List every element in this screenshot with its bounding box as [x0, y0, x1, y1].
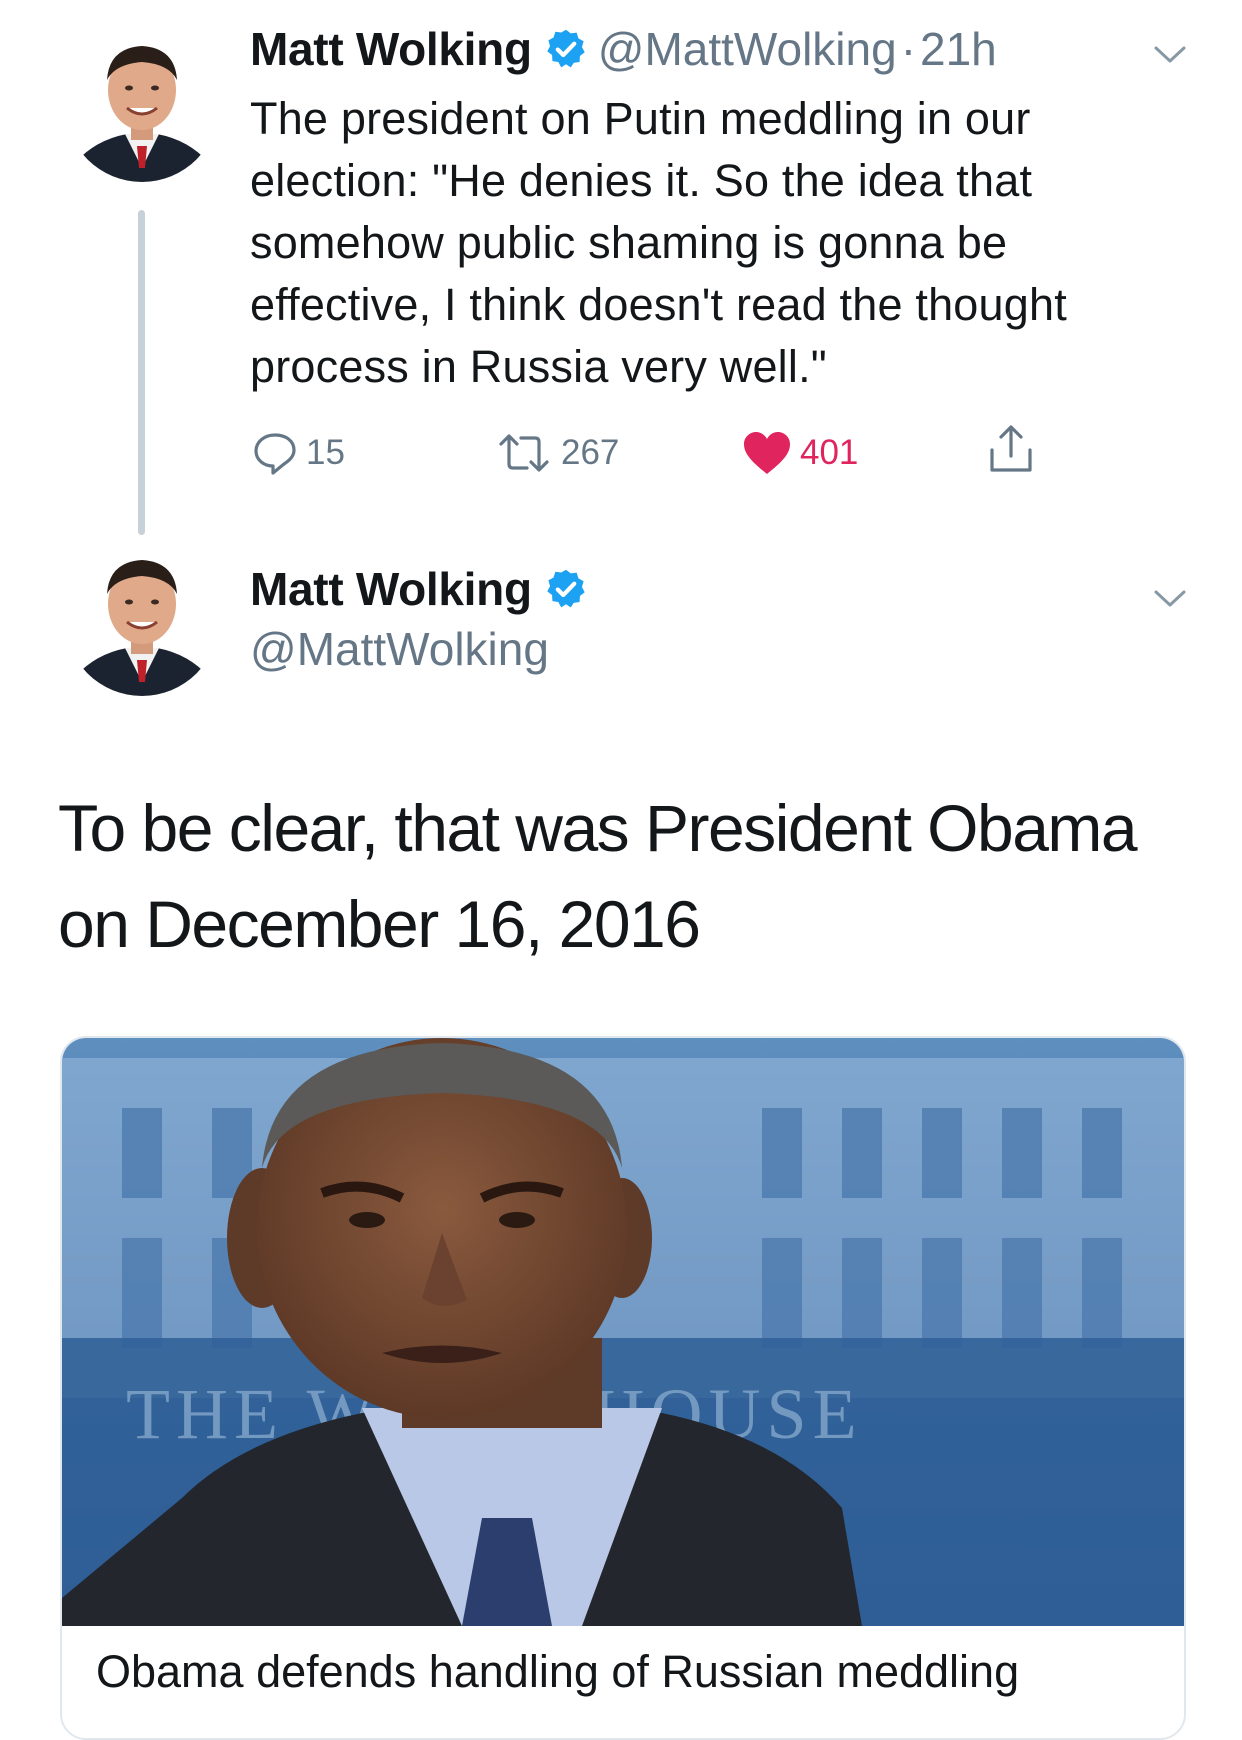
reply-button[interactable]: 15 — [252, 428, 345, 478]
author-handle[interactable]: @MattWolking — [250, 622, 549, 676]
retweet-button[interactable]: 267 — [495, 428, 619, 478]
share-button[interactable] — [988, 424, 1034, 474]
like-count: 401 — [800, 433, 859, 472]
timestamp-separator: · — [900, 23, 917, 75]
verified-badge-icon — [547, 569, 585, 608]
link-card[interactable]: THE WHITE HOUSE Obama defends handling o… — [60, 1036, 1186, 1740]
verified-badge-icon — [547, 29, 585, 68]
card-image: THE WHITE HOUSE — [62, 1038, 1184, 1626]
tweet-text: The president on Putin meddling in our e… — [250, 93, 1067, 392]
tweet-header: Matt Wolking — [250, 562, 598, 616]
retweet-count: 267 — [561, 433, 620, 472]
share-icon — [990, 425, 1032, 472]
card-title[interactable]: Obama defends handling of Russian meddli… — [96, 1642, 1156, 1702]
avatar[interactable] — [65, 542, 219, 696]
author-handle[interactable]: @MattWolking — [598, 23, 897, 75]
reply-count: 15 — [306, 433, 345, 472]
tweet-header: Matt Wolking @MattWolking·21h — [250, 22, 997, 76]
heart-icon — [744, 432, 790, 474]
avatar[interactable] — [65, 28, 219, 182]
like-button[interactable]: 401 — [742, 428, 858, 478]
retweet-icon — [499, 434, 549, 472]
thread-connector-line — [138, 210, 145, 535]
tweet-text: To be clear, that was President Obama on… — [58, 791, 1138, 961]
reply-icon — [254, 433, 296, 475]
chevron-down-icon[interactable] — [1153, 588, 1187, 610]
author-name[interactable]: Matt Wolking — [250, 23, 532, 75]
tweet-timestamp[interactable]: 21h — [920, 23, 997, 75]
chevron-down-icon[interactable] — [1153, 44, 1187, 66]
author-name[interactable]: Matt Wolking — [250, 563, 532, 615]
